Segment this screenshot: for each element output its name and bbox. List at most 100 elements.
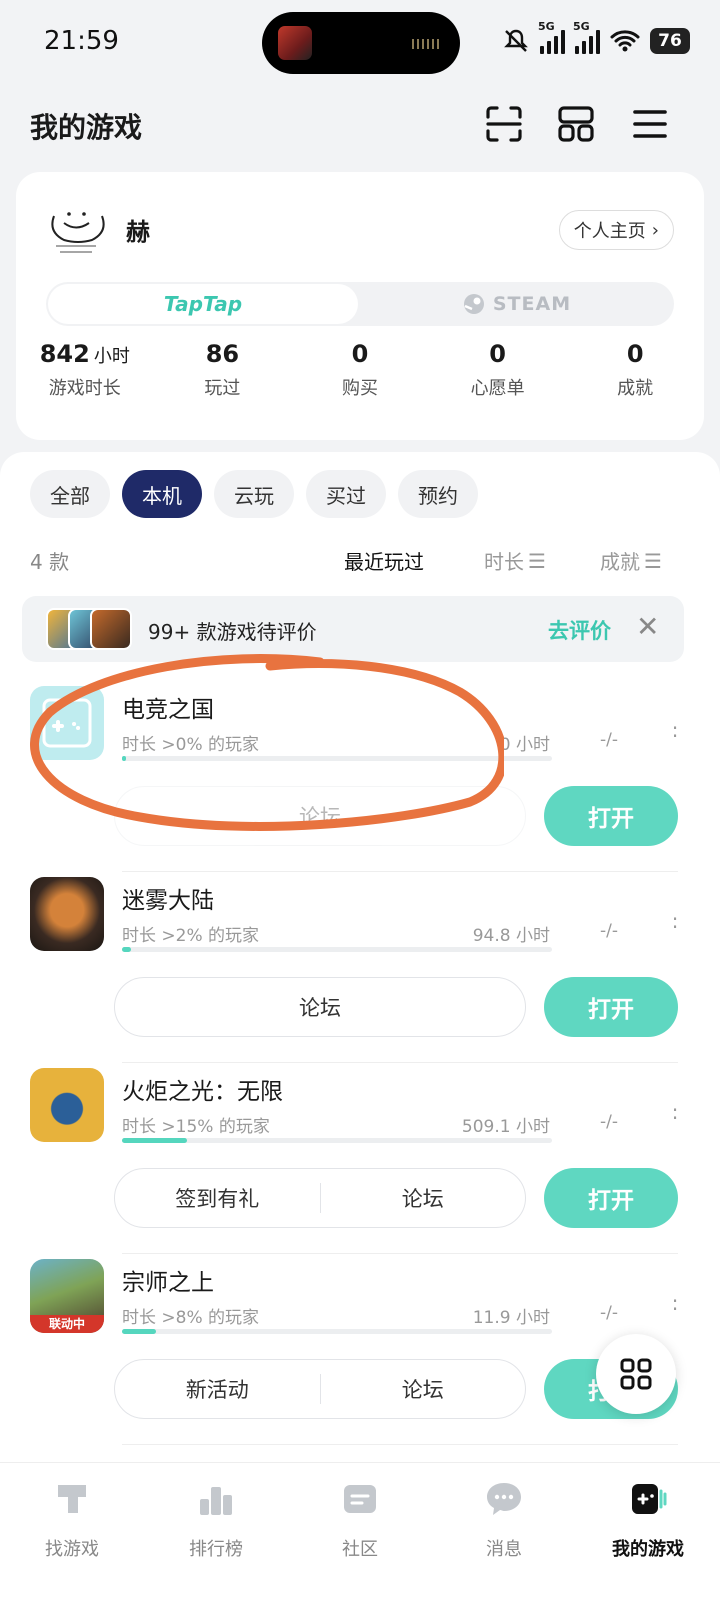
forum-button[interactable]: 论坛 [115, 801, 525, 831]
playtime-bar [122, 947, 552, 952]
layout-grid-icon[interactable] [556, 104, 596, 144]
sort-achievement[interactable]: 成就 ☰ [600, 546, 662, 575]
playtime-fill [122, 947, 131, 952]
signal-icon: 5G [538, 20, 565, 54]
sort-order-icon: ☰ [528, 548, 546, 573]
game-name[interactable]: 火炬之光：无限 [122, 1072, 283, 1106]
stat-unit: 小时 [93, 346, 130, 367]
wifi-icon [610, 30, 640, 52]
filter-all[interactable]: 全部 [30, 470, 110, 518]
dynamic-island[interactable] [262, 12, 460, 74]
game-icon[interactable] [30, 877, 104, 951]
game-icon[interactable] [30, 686, 104, 760]
stat-purchased[interactable]: 0 购买 [291, 340, 429, 400]
divider [122, 1253, 678, 1254]
tab-steam[interactable]: STEAM [362, 284, 672, 324]
filter-cloud[interactable]: 云玩 [214, 470, 294, 518]
rating-prompt: 99+ 款游戏待评价 [148, 620, 317, 644]
game-count: 4 款 [30, 550, 70, 574]
filter-purchased[interactable]: 买过 [306, 470, 386, 518]
pending-game-icons [46, 608, 132, 650]
menu-icon[interactable] [630, 104, 670, 144]
rating-banner: 99+ 款游戏待评价 去评价 ✕ [22, 596, 684, 662]
nav-label: 社区 [342, 1539, 378, 1560]
nav-ranking[interactable]: 排行榜 [144, 1463, 288, 1600]
game-name[interactable]: 宗师之上 [122, 1263, 214, 1297]
scan-icon[interactable] [484, 104, 524, 144]
forum-button[interactable]: 论坛 [319, 1183, 526, 1213]
stat-value: 86 [205, 340, 240, 368]
game-icon[interactable]: 联动中 [30, 1259, 104, 1333]
more-icon[interactable]: · · [668, 1291, 682, 1319]
avatar[interactable] [46, 202, 108, 258]
stat-played[interactable]: 86 玩过 [154, 340, 292, 400]
new-event-button[interactable]: 新活动 [115, 1374, 320, 1404]
filter-local[interactable]: 本机 [122, 470, 202, 518]
game-name[interactable]: 电竞之国 [122, 690, 214, 724]
game-thumb [90, 608, 132, 650]
more-icon[interactable]: · · [668, 909, 682, 937]
floating-grid-button[interactable] [596, 1334, 676, 1414]
sort-recent[interactable]: 最近玩过 [344, 546, 424, 575]
game-percentile: 时长 >15% 的玩家 [122, 1117, 270, 1137]
filter-reserved[interactable]: 预约 [398, 470, 478, 518]
game-percentile: 时长 >0% 的玩家 [122, 735, 260, 755]
forum-button[interactable]: 论坛 [115, 992, 525, 1022]
page-title: 我的游戏 [30, 111, 143, 144]
steam-label: STEAM [492, 293, 572, 315]
status-time: 21:59 [44, 26, 119, 56]
open-button[interactable]: 打开 [544, 786, 678, 846]
platform-switch: TapTap STEAM [46, 282, 674, 326]
more-icon[interactable]: · · [668, 1100, 682, 1128]
game-score: -/- [600, 1112, 618, 1132]
game-actions: 论坛 [114, 786, 526, 846]
nav-find-games[interactable]: 找游戏 [0, 1463, 144, 1600]
game-icon[interactable] [30, 1068, 104, 1142]
media-thumbnail [278, 26, 312, 60]
playtime-bar [122, 1138, 552, 1143]
mute-icon [504, 29, 528, 52]
nav-community[interactable]: 社区 [288, 1463, 432, 1600]
game-actions: 签到有礼 论坛 [114, 1168, 526, 1228]
forum-button[interactable]: 论坛 [319, 1374, 526, 1404]
app-header: 我的游戏 [0, 96, 720, 156]
more-icon[interactable]: · · [668, 718, 682, 746]
stat-achievements[interactable]: 0 成就 [566, 340, 704, 400]
tab-taptap[interactable]: TapTap [48, 284, 358, 324]
filter-chips: 全部 本机 云玩 买过 预约 [30, 470, 478, 518]
nav-messages[interactable]: 消息 [432, 1463, 576, 1600]
rate-now-button[interactable]: 去评价 [548, 615, 611, 645]
username: 赫 [126, 218, 150, 246]
personal-homepage-label: 个人主页 [573, 221, 646, 242]
game-row: 火炬之光：无限 时长 >15% 的玩家 509.1 小时 -/- · · 签到有礼… [0, 1068, 720, 1258]
nav-my-games[interactable]: 我的游戏 [576, 1463, 720, 1600]
stat-value: 842 [39, 340, 90, 368]
profile-card: 赫 个人主页 › TapTap STEAM 842 小时 游戏时长 86 玩过 0… [16, 172, 704, 440]
personal-homepage-button[interactable]: 个人主页 › [558, 210, 674, 250]
stat-label: 购买 [341, 378, 378, 399]
stat-label: 心愿单 [470, 378, 525, 399]
game-hours: 11.9 小时 [472, 1308, 550, 1328]
playtime-fill [122, 756, 127, 761]
stat-playtime[interactable]: 842 小时 游戏时长 [16, 340, 154, 400]
message-icon [487, 1483, 521, 1515]
game-score: -/- [600, 921, 618, 941]
sort-label: 时长 [484, 550, 524, 574]
open-button[interactable]: 打开 [544, 977, 678, 1037]
game-percentile: 时长 >2% 的玩家 [122, 926, 260, 946]
battery-indicator: 76 [650, 28, 690, 54]
game-hours: 0 小时 [499, 735, 550, 755]
game-percentile: 时长 >8% 的玩家 [122, 1308, 260, 1328]
signal-icon: 5G [573, 20, 600, 54]
game-actions: 论坛 [114, 977, 526, 1037]
close-icon[interactable]: ✕ [636, 610, 659, 643]
game-name[interactable]: 迷雾大陆 [122, 881, 214, 915]
apps-grid-icon [620, 1358, 652, 1390]
nav-label: 排行榜 [189, 1539, 243, 1560]
stat-wishlist[interactable]: 0 心愿单 [429, 340, 567, 400]
sign-in-gift-button[interactable]: 签到有礼 [115, 1183, 320, 1213]
game-hours: 94.8 小时 [472, 926, 550, 946]
divider [122, 1062, 678, 1063]
sort-duration[interactable]: 时长 ☰ [484, 546, 546, 575]
open-button[interactable]: 打开 [544, 1168, 678, 1228]
